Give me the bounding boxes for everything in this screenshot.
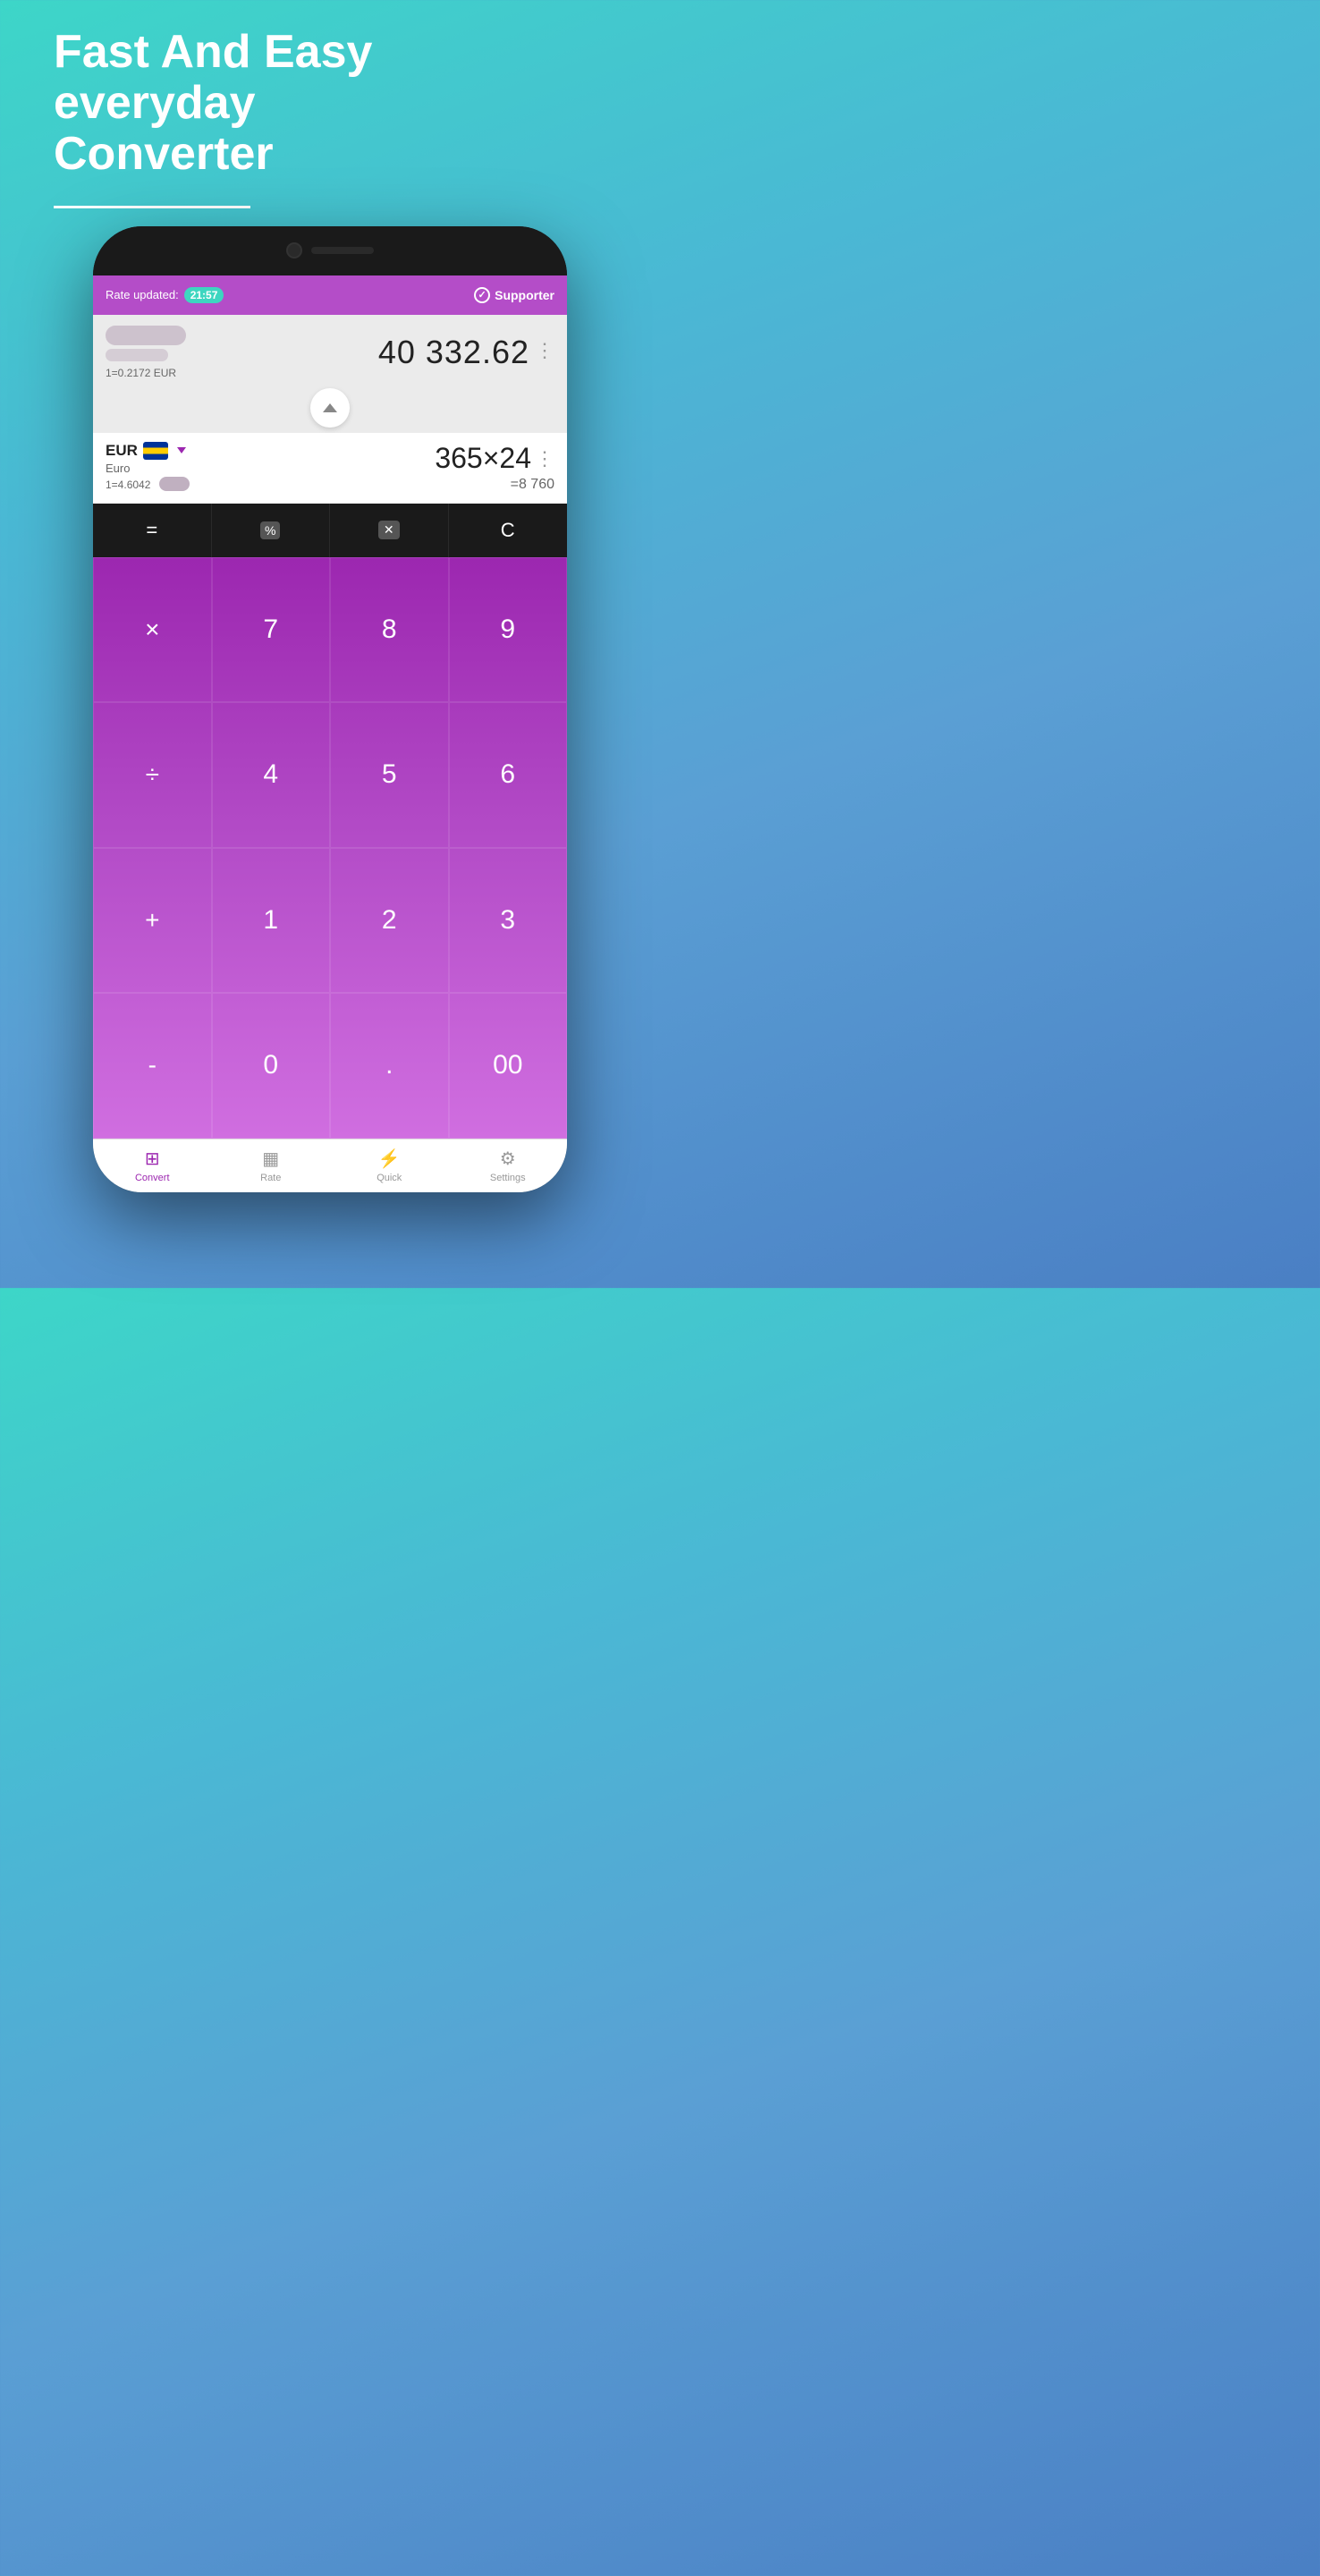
- nav-rate-label: Rate: [260, 1173, 281, 1183]
- status-bar: Rate updated: 21:57 ✓ Supporter: [93, 275, 567, 315]
- quick-icon: ⚡: [378, 1148, 401, 1170]
- rate-updated: Rate updated: 21:57: [106, 287, 224, 303]
- currency-right-2: 365×24 ⋮ =8 760: [435, 442, 554, 493]
- hero-line2: everyday: [54, 78, 606, 129]
- amount-display-1: 40 332.62: [378, 334, 529, 371]
- num-1-button[interactable]: 1: [212, 848, 331, 994]
- num-3-button[interactable]: 3: [449, 848, 568, 994]
- divide-button[interactable]: ÷: [93, 702, 212, 848]
- eur-code: EUR: [106, 442, 138, 460]
- clear-button[interactable]: C: [449, 504, 568, 557]
- num-0-button[interactable]: 0: [212, 993, 331, 1139]
- eur-label[interactable]: EUR ★: [106, 442, 190, 460]
- currency-left-1: 1=0.2172 EUR: [106, 326, 186, 379]
- num-4-button[interactable]: 4: [212, 702, 331, 848]
- num-2-button[interactable]: 2: [330, 848, 449, 994]
- flag-placeholder-2: [106, 349, 168, 361]
- speaker: [311, 247, 374, 254]
- hero-line3: Converter: [54, 129, 606, 180]
- num-8-button[interactable]: 8: [330, 557, 449, 703]
- time-badge: 21:57: [184, 287, 224, 303]
- currency-row-2: EUR ★ Euro 1=4.6042: [106, 442, 554, 493]
- currency-section-1: 1=0.2172 EUR 40 332.62 ⋮: [93, 315, 567, 383]
- rate-text-1: 1=0.2172 EUR: [106, 367, 186, 379]
- nav-convert[interactable]: ⊞ Convert: [93, 1140, 212, 1192]
- keypad-section: = % ✕ C × 7 8 9 ÷ 4 5: [93, 504, 567, 1139]
- swap-button[interactable]: [310, 388, 350, 428]
- multiply-button[interactable]: ×: [93, 557, 212, 703]
- supporter-badge: ✓ Supporter: [474, 287, 554, 303]
- nav-settings[interactable]: ⚙ Settings: [449, 1140, 568, 1192]
- menu-dots-2[interactable]: ⋮: [535, 447, 554, 470]
- percent-button[interactable]: %: [212, 504, 331, 557]
- percent-icon: %: [260, 521, 280, 539]
- minus-button[interactable]: -: [93, 993, 212, 1139]
- currency-row-1: 1=0.2172 EUR 40 332.62 ⋮: [93, 315, 567, 383]
- result-display: =8 760: [435, 477, 554, 493]
- dropdown-arrow-icon: [177, 447, 186, 453]
- decimal-button[interactable]: .: [330, 993, 449, 1139]
- menu-dots-1[interactable]: ⋮: [535, 339, 554, 362]
- phone-notch: [93, 226, 567, 275]
- swap-button-row: [93, 383, 567, 433]
- expr-display: 365×24: [435, 442, 531, 475]
- nav-convert-label: Convert: [135, 1173, 170, 1183]
- settings-icon: ⚙: [500, 1148, 516, 1170]
- num-9-button[interactable]: 9: [449, 557, 568, 703]
- num-6-button[interactable]: 6: [449, 702, 568, 848]
- currency-left-2: EUR ★ Euro 1=4.6042: [106, 442, 190, 491]
- flag-placeholder-1: [106, 326, 186, 345]
- bottom-nav: ⊞ Convert ▦ Rate ⚡ Quick ⚙ Settings: [93, 1139, 567, 1192]
- supporter-label: Supporter: [495, 288, 554, 302]
- convert-icon: ⊞: [145, 1148, 160, 1170]
- num-7-button[interactable]: 7: [212, 557, 331, 703]
- check-circle-icon: ✓: [474, 287, 490, 303]
- plus-button[interactable]: +: [93, 848, 212, 994]
- double-zero-button[interactable]: 00: [449, 993, 568, 1139]
- rate-icon: ▦: [262, 1148, 279, 1170]
- hero-underline: [54, 206, 250, 208]
- equals-button[interactable]: =: [93, 504, 212, 557]
- nav-quick[interactable]: ⚡ Quick: [330, 1140, 449, 1192]
- nav-quick-label: Quick: [377, 1173, 402, 1183]
- arrow-up-icon: [323, 403, 337, 412]
- currency-section-2: EUR ★ Euro 1=4.6042: [93, 433, 567, 504]
- num-grid: × 7 8 9 ÷ 4 5 6 + 1 2 3 - 0 . 00: [93, 557, 567, 1139]
- backspace-icon: ✕: [378, 521, 400, 539]
- app-screen: Rate updated: 21:57 ✓ Supporter 1=0.2172…: [93, 275, 567, 1192]
- nav-rate[interactable]: ▦ Rate: [212, 1140, 331, 1192]
- ops-row: = % ✕ C: [93, 504, 567, 557]
- toggle-switch[interactable]: [159, 477, 190, 491]
- rate-text-2: 1=4.6042: [106, 479, 150, 491]
- hero-section: Fast And Easy everyday Converter: [0, 0, 660, 206]
- nav-settings-label: Settings: [490, 1173, 526, 1183]
- camera-icon: [286, 242, 302, 258]
- phone-wrapper: Rate updated: 21:57 ✓ Supporter 1=0.2172…: [0, 226, 660, 1192]
- rate-label: Rate updated:: [106, 288, 179, 301]
- backspace-button[interactable]: ✕: [330, 504, 449, 557]
- phone: Rate updated: 21:57 ✓ Supporter 1=0.2172…: [93, 226, 567, 1192]
- hero-line1: Fast And Easy: [54, 27, 606, 78]
- euro-name: Euro: [106, 462, 190, 475]
- eu-flag-icon: ★: [143, 442, 168, 460]
- num-5-button[interactable]: 5: [330, 702, 449, 848]
